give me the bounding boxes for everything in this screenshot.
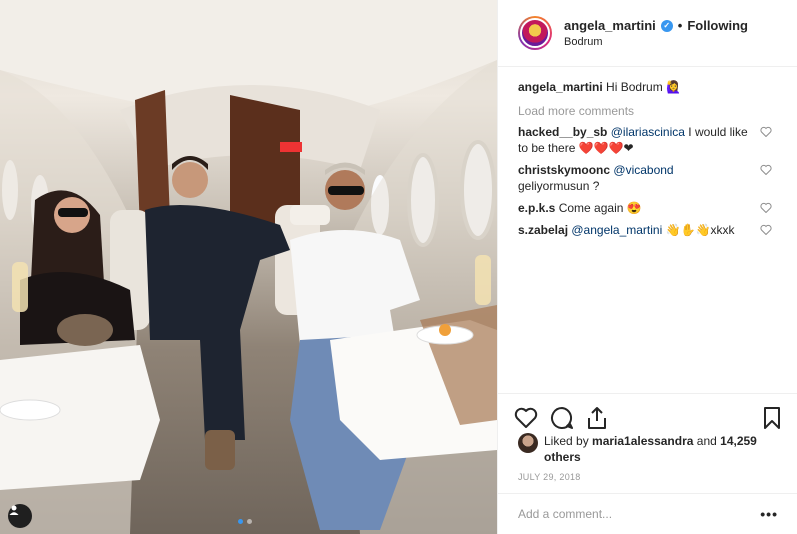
comment-mention[interactable]: @ilariascinica	[611, 125, 685, 139]
comment-mention[interactable]: @vicabond	[613, 163, 673, 177]
post-actions	[498, 393, 797, 433]
comment-bubble-icon[interactable]	[550, 406, 574, 430]
comment-text: geliyormusun ?	[518, 179, 600, 193]
post-photo[interactable]	[0, 0, 497, 534]
like-comment-heart-icon[interactable]	[760, 202, 772, 213]
comment-username[interactable]: hacked__by_sb	[518, 125, 607, 139]
add-comment-input[interactable]	[518, 507, 761, 521]
follow-separator: •	[677, 18, 683, 33]
post-sidebar: angela_martini ✓ • Following Bodrum ange…	[497, 0, 797, 534]
comment-text: Come again 😍	[558, 201, 642, 215]
post-date: JULY 29, 2018	[518, 472, 581, 482]
comment-mention[interactable]: @angela_martini	[571, 223, 662, 237]
caption-text: Hi Bodrum 🙋‍♀️	[606, 80, 682, 94]
liker-avatar[interactable]	[518, 433, 538, 453]
caption-username[interactable]: angela_martini	[518, 80, 603, 94]
like-comment-heart-icon[interactable]	[760, 164, 772, 175]
verified-badge-icon: ✓	[660, 19, 673, 32]
more-options-icon[interactable]: •••	[760, 506, 778, 522]
comment-item: christskymoonc @vicabond geliyormusun ?	[518, 162, 778, 194]
carousel-dot-active	[238, 519, 243, 524]
comments-list: angela_martini Hi Bodrum 🙋‍♀️ Load more …	[498, 68, 797, 238]
comment-username[interactable]: s.zabelaj	[518, 223, 568, 237]
liker-username[interactable]: maria1alessandra	[592, 434, 693, 448]
following-button[interactable]: Following	[687, 18, 748, 33]
carousel-dot	[247, 519, 252, 524]
like-heart-icon[interactable]	[514, 407, 538, 429]
like-comment-heart-icon[interactable]	[760, 126, 772, 137]
add-comment-bar: •••	[498, 493, 797, 534]
share-upload-icon[interactable]	[586, 406, 608, 430]
liked-by-and: and	[693, 434, 721, 448]
author-username[interactable]: angela_martini	[564, 18, 656, 33]
location-link[interactable]: Bodrum	[564, 36, 748, 48]
comment-text: 👋✋👋xkxk	[662, 223, 735, 237]
load-more-comments-button[interactable]: Load more comments	[518, 104, 778, 118]
comment-item: s.zabelaj @angela_martini 👋✋👋xkxk	[518, 222, 778, 238]
bookmark-icon[interactable]	[762, 406, 782, 430]
liked-by: Liked by maria1alessandra and 14,259 oth…	[518, 433, 788, 465]
user-tag-icon[interactable]	[8, 504, 32, 528]
comment-username[interactable]: e.p.k.s	[518, 201, 555, 215]
author-avatar[interactable]	[518, 16, 552, 50]
cabin-scene	[0, 0, 497, 534]
post-caption: angela_martini Hi Bodrum 🙋‍♀️	[518, 80, 778, 94]
carousel-indicator	[238, 519, 252, 524]
liked-by-prefix: Liked by	[544, 434, 593, 448]
comment-item: e.p.k.s Come again 😍	[518, 200, 778, 216]
like-comment-heart-icon[interactable]	[760, 224, 772, 235]
comment-username[interactable]: christskymoonc	[518, 163, 610, 177]
post-header: angela_martini ✓ • Following Bodrum	[498, 0, 797, 67]
comment-item: hacked__by_sb @ilariascinica I would lik…	[518, 124, 778, 156]
